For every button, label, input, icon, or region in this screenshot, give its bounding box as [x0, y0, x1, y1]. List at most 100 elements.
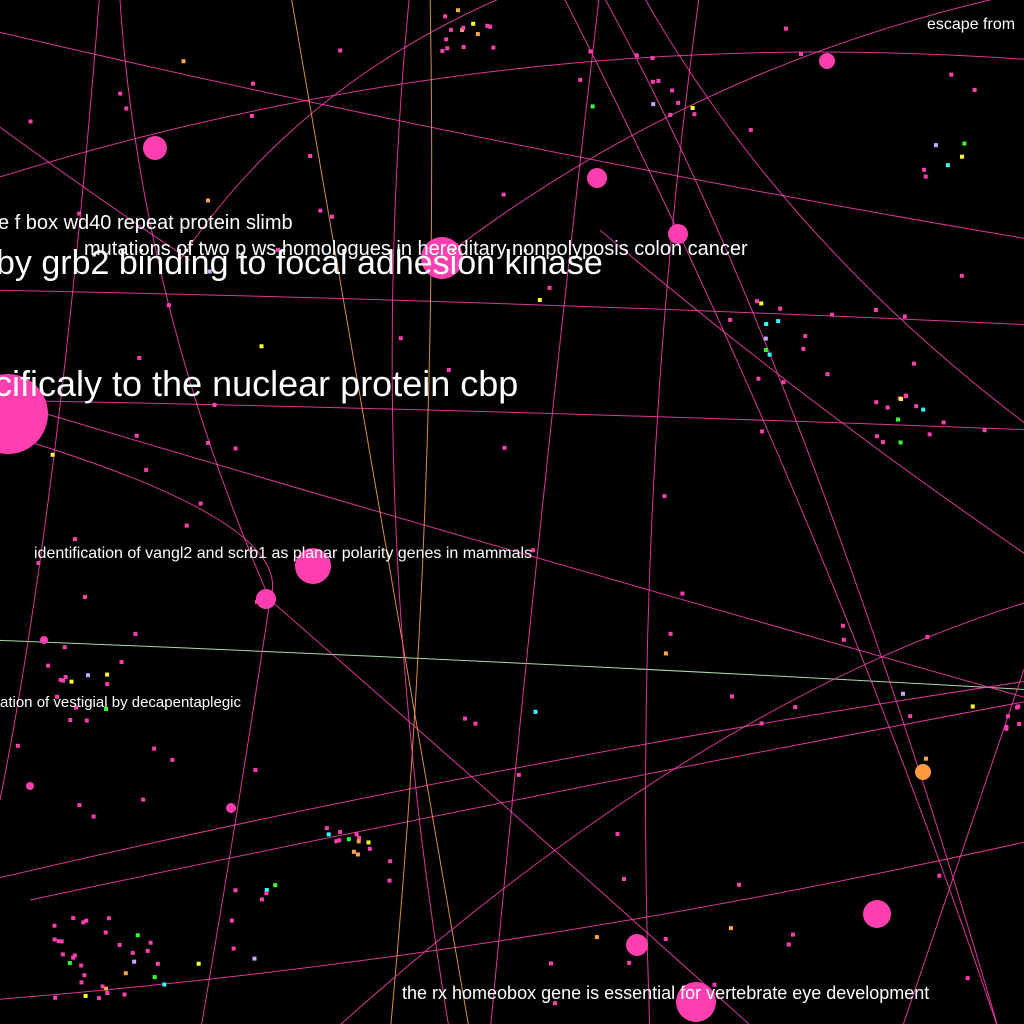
graph-dot: [85, 673, 90, 678]
graph-dot: [959, 273, 964, 278]
graph-edge: [0, 289, 1024, 326]
graph-dot: [91, 814, 96, 819]
graph-dot: [46, 663, 51, 668]
graph-dot: [152, 975, 157, 980]
node-label-hnpcc[interactable]: mutations of two p ws homologues in here…: [84, 239, 748, 259]
graph-dot: [491, 45, 496, 50]
graph-node: [819, 53, 835, 69]
graph-dot: [162, 982, 167, 987]
graph-dot: [59, 939, 64, 944]
graph-dot: [367, 846, 372, 851]
graph-dot: [873, 307, 878, 312]
graph-dot: [972, 87, 977, 92]
graph-dot: [578, 77, 583, 82]
graph-dot: [141, 797, 146, 802]
graph-node: [587, 168, 607, 188]
graph-dot: [1017, 722, 1022, 727]
graph-dot: [1016, 704, 1021, 709]
graph-dot: [82, 973, 87, 978]
graph-dot: [79, 963, 84, 968]
graph-dot: [198, 501, 203, 506]
graph-dot: [318, 208, 323, 213]
graph-dot: [776, 319, 781, 324]
node-label-vangl2[interactable]: identification of vangl2 and scrb1 as pl…: [34, 546, 532, 562]
graph-dot: [615, 831, 620, 836]
graph-dot: [72, 953, 77, 958]
graph-dot: [137, 356, 142, 361]
graph-dot: [899, 396, 904, 401]
graph-dot: [388, 859, 393, 864]
graph-dot: [933, 143, 938, 148]
graph-dot: [72, 537, 77, 542]
graph-dot: [903, 394, 908, 399]
graph-dot: [690, 106, 695, 111]
graph-dot: [15, 743, 20, 748]
graph-dot: [132, 959, 137, 964]
graph-edge: [564, 0, 998, 1024]
node-label-cbp[interactable]: cificaly to the nuclear protein cbp: [0, 366, 518, 402]
graph-dot: [927, 432, 932, 437]
graph-edge: [604, 0, 998, 1024]
graph-dot: [205, 440, 210, 445]
graph-dot: [181, 59, 186, 64]
graph-dot: [445, 46, 450, 51]
node-label-vestigial[interactable]: ation of vestigial by decapentaplegic: [0, 695, 241, 710]
graph-dot: [100, 984, 105, 989]
graph-dot: [252, 956, 257, 961]
graph-dot: [461, 45, 466, 50]
graph-dot: [651, 102, 656, 107]
graph-dot: [663, 651, 668, 656]
graph-dot: [68, 718, 73, 723]
node-label-rx[interactable]: the rx homeobox gene is essential for ve…: [402, 984, 929, 1002]
graph-dot: [105, 991, 110, 996]
graph-node: [915, 764, 931, 780]
small-node-layer: [15, 8, 1022, 1006]
graph-dot: [170, 757, 175, 762]
graph-dot: [366, 840, 371, 845]
graph-dot: [473, 721, 478, 726]
graph-dot: [921, 407, 926, 412]
graph-dot: [1004, 724, 1009, 729]
graph-dot: [759, 429, 764, 434]
graph-dot: [326, 832, 331, 837]
graph-dot: [398, 336, 403, 341]
graph-dot: [898, 440, 903, 445]
graph-dot: [440, 48, 445, 53]
citation-network-graph: [0, 0, 1024, 1024]
graph-edge: [0, 639, 1024, 690]
graph-dot: [463, 716, 468, 721]
node-label-escape[interactable]: escape from: [927, 17, 1015, 33]
graph-dot: [103, 986, 108, 991]
graph-dot: [793, 705, 798, 710]
graph-dot: [982, 428, 987, 433]
graph-dot: [680, 591, 685, 596]
graph-dot: [79, 980, 84, 985]
graph-dot: [501, 192, 506, 197]
graph-dot: [756, 376, 761, 381]
graph-dot: [962, 141, 967, 146]
graph-node: [626, 934, 648, 956]
graph-dot: [885, 405, 890, 410]
graph-dot: [902, 314, 907, 319]
graph-dot: [960, 154, 965, 159]
graph-dot: [1005, 714, 1010, 719]
node-label-slimb[interactable]: e f box wd40 repeat protein slimb: [0, 213, 293, 233]
graph-dot: [594, 935, 599, 940]
graph-dot: [937, 873, 942, 878]
graph-edge: [0, 51, 1024, 178]
graph-dot: [970, 704, 975, 709]
graph-dot: [355, 852, 360, 857]
graph-dot: [53, 995, 58, 1000]
graph-dot: [895, 417, 900, 422]
graph-dot: [71, 916, 76, 921]
graph-dot: [62, 645, 67, 650]
graph-dot: [650, 56, 655, 61]
graph-dot: [781, 380, 786, 385]
graph-dot: [670, 88, 675, 93]
graph-dot: [259, 344, 264, 349]
graph-dot: [627, 960, 632, 965]
graph-dot: [105, 672, 110, 677]
graph-dot: [50, 452, 55, 457]
graph-dot: [63, 675, 68, 680]
graph-dot: [52, 923, 57, 928]
